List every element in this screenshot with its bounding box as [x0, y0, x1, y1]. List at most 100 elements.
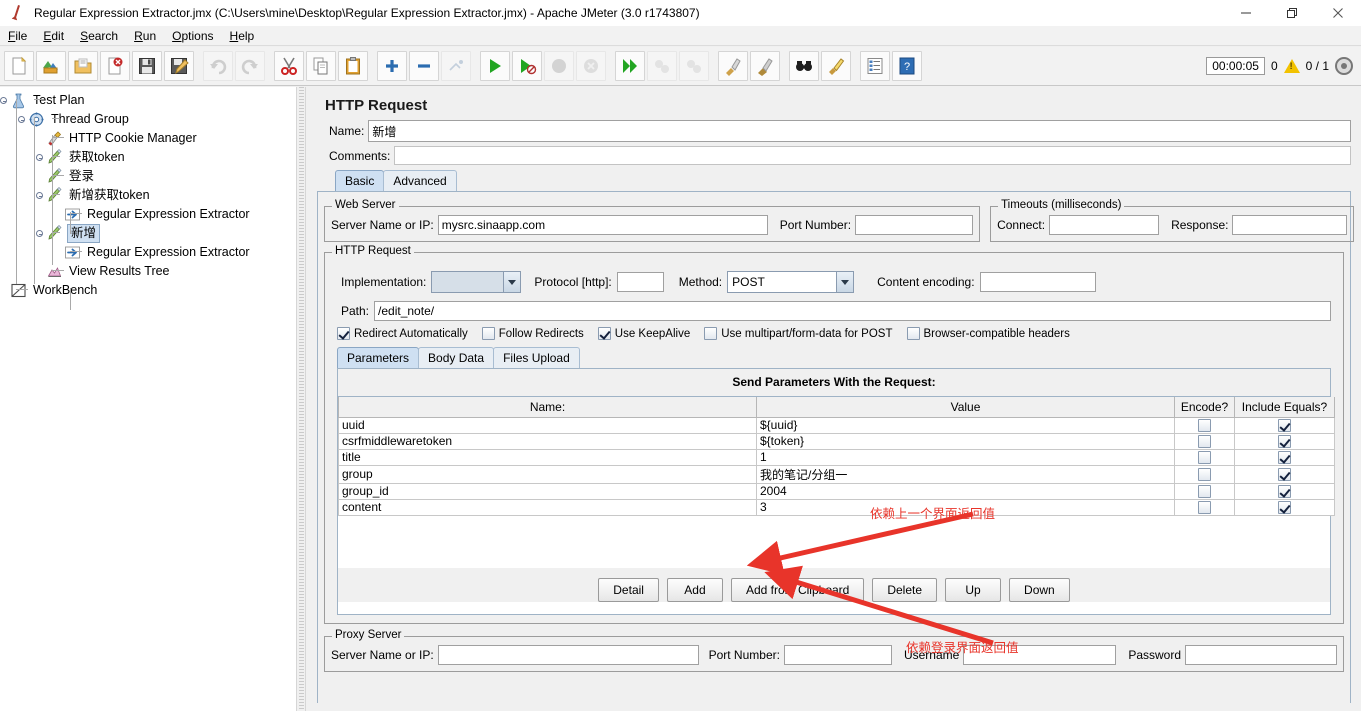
- split-pane-divider[interactable]: [296, 87, 306, 711]
- copy-icon[interactable]: [306, 51, 336, 81]
- cell-include-equals[interactable]: [1234, 498, 1335, 516]
- save-as-icon[interactable]: [164, 51, 194, 81]
- collapse-all-icon[interactable]: [409, 51, 439, 81]
- checkbox-box[interactable]: [481, 327, 495, 340]
- include-equals-checkbox[interactable]: [1278, 485, 1291, 498]
- menu-options[interactable]: Options: [164, 28, 221, 44]
- timeout-connect-input[interactable]: [1049, 215, 1160, 235]
- protocol-input[interactable]: [616, 272, 664, 292]
- cell-value[interactable]: 我的笔记/分组一: [756, 464, 1175, 484]
- path-input[interactable]: [374, 301, 1331, 321]
- timeout-response-input[interactable]: [1232, 215, 1348, 235]
- checkbox-use-multipart-form-data-for-post[interactable]: Use multipart/form-data for POST: [704, 327, 893, 340]
- table-row[interactable]: title 1: [338, 448, 1335, 466]
- parameters-table[interactable]: Name: Value Encode? Include Equals? uuid…: [338, 397, 1335, 516]
- tree-node-thread-group[interactable]: Thread Group: [0, 110, 296, 129]
- web-server-port-input[interactable]: [855, 215, 974, 235]
- cell-value[interactable]: 3: [756, 498, 1175, 516]
- down-button[interactable]: Down: [1009, 577, 1070, 602]
- checkbox-redirect-automatically[interactable]: Redirect Automatically: [337, 327, 468, 340]
- cell-encode[interactable]: [1174, 498, 1235, 516]
- help-icon[interactable]: ?: [892, 51, 922, 81]
- start-icon[interactable]: [480, 51, 510, 81]
- redo-icon[interactable]: [235, 51, 265, 81]
- cell-encode[interactable]: [1174, 448, 1235, 466]
- cell-name[interactable]: content: [338, 498, 757, 516]
- save-icon[interactable]: [132, 51, 162, 81]
- menu-help[interactable]: Help: [222, 28, 263, 44]
- tree-expander-expanded-icon[interactable]: [0, 96, 8, 105]
- cut-icon[interactable]: [274, 51, 304, 81]
- table-row[interactable]: csrfmiddlewaretoken ${token}: [338, 432, 1335, 450]
- undo-icon[interactable]: [203, 51, 233, 81]
- cell-encode[interactable]: [1174, 464, 1235, 484]
- tree-node-test-plan[interactable]: Test Plan: [0, 91, 296, 110]
- menu-search[interactable]: Search: [72, 28, 126, 44]
- encode-checkbox[interactable]: [1198, 435, 1211, 448]
- detail-button[interactable]: Detail: [598, 577, 659, 602]
- cell-name[interactable]: group: [338, 464, 757, 484]
- add-from-clipboard-button[interactable]: Add from Clipboard: [730, 577, 865, 602]
- content-encoding-input[interactable]: [979, 272, 1096, 292]
- close-icon[interactable]: [100, 51, 130, 81]
- expand-all-icon[interactable]: [377, 51, 407, 81]
- menu-run[interactable]: Run: [126, 28, 164, 44]
- proxy-port-input[interactable]: [783, 644, 892, 665]
- new-icon[interactable]: [4, 51, 34, 81]
- search-reset-icon[interactable]: [821, 51, 851, 81]
- cell-name[interactable]: uuid: [338, 416, 757, 434]
- tree-node-登录[interactable]: 登录: [0, 167, 296, 186]
- tree-node-http-cookie-manager[interactable]: HTTP Cookie Manager: [0, 129, 296, 148]
- checkbox-box[interactable]: [906, 327, 920, 340]
- warning-triangle-icon[interactable]: [1283, 59, 1300, 73]
- cell-encode[interactable]: [1174, 416, 1235, 434]
- method-combo[interactable]: POST: [727, 271, 855, 293]
- cell-encode[interactable]: [1174, 432, 1235, 450]
- cell-include-equals[interactable]: [1234, 416, 1335, 434]
- tree-node-workbench[interactable]: WorkBench: [0, 281, 296, 300]
- maximize-button[interactable]: [1269, 0, 1315, 26]
- web-server-name-input[interactable]: [437, 215, 768, 235]
- tree-node-新增获取token[interactable]: 新增获取token: [0, 186, 296, 205]
- tab-files-upload[interactable]: Files Upload: [493, 347, 580, 368]
- checkbox-box[interactable]: [704, 327, 718, 340]
- encode-checkbox[interactable]: [1198, 468, 1211, 482]
- start-no-timers-icon[interactable]: [512, 51, 542, 81]
- checkbox-follow-redirects[interactable]: Follow Redirects: [481, 327, 584, 340]
- encode-checkbox[interactable]: [1198, 419, 1211, 432]
- table-row[interactable]: content 3: [338, 498, 1335, 516]
- cell-value[interactable]: 2004: [756, 482, 1175, 500]
- tree-node-regular-expression-extractor[interactable]: Regular Expression Extractor: [0, 243, 296, 262]
- clear-all-icon[interactable]: [750, 51, 780, 81]
- menu-edit[interactable]: Edit: [35, 28, 72, 44]
- cell-include-equals[interactable]: [1234, 464, 1335, 484]
- cell-name[interactable]: group_id: [338, 482, 757, 500]
- proxy-server-name-input[interactable]: [437, 644, 699, 665]
- cell-name[interactable]: csrfmiddlewaretoken: [338, 432, 757, 450]
- clear-icon[interactable]: [718, 51, 748, 81]
- cell-include-equals[interactable]: [1234, 448, 1335, 466]
- tree-node-新增[interactable]: 新增: [0, 224, 296, 243]
- checkbox-browser-compatible-headers[interactable]: Browser-compatible headers: [906, 327, 1070, 340]
- delete-button[interactable]: Delete: [872, 577, 938, 602]
- table-row[interactable]: group_id 2004: [338, 482, 1335, 500]
- add-button[interactable]: Add: [666, 577, 723, 602]
- tree-node-view-results-tree[interactable]: View Results Tree: [0, 262, 296, 281]
- cell-encode[interactable]: [1174, 482, 1235, 500]
- paste-icon[interactable]: [338, 51, 368, 81]
- remote-start-all-icon[interactable]: [615, 51, 645, 81]
- tab-parameters[interactable]: Parameters: [337, 347, 420, 368]
- cell-include-equals[interactable]: [1234, 432, 1335, 450]
- tree-node-regular-expression-extractor[interactable]: Regular Expression Extractor: [0, 205, 296, 224]
- tab-basic[interactable]: Basic: [335, 170, 385, 191]
- minimize-button[interactable]: [1223, 0, 1269, 26]
- checkbox-use-keepalive[interactable]: Use KeepAlive: [597, 327, 690, 340]
- tree-expander-expanded-icon[interactable]: [35, 191, 44, 200]
- cell-value[interactable]: ${token}: [756, 432, 1175, 450]
- encode-checkbox[interactable]: [1198, 451, 1211, 464]
- menu-file[interactable]: File: [0, 28, 35, 44]
- tree-expander-collapsed-icon[interactable]: [35, 153, 44, 162]
- function-helper-icon[interactable]: [860, 51, 890, 81]
- include-equals-checkbox[interactable]: [1278, 451, 1291, 464]
- include-equals-checkbox[interactable]: [1278, 468, 1291, 482]
